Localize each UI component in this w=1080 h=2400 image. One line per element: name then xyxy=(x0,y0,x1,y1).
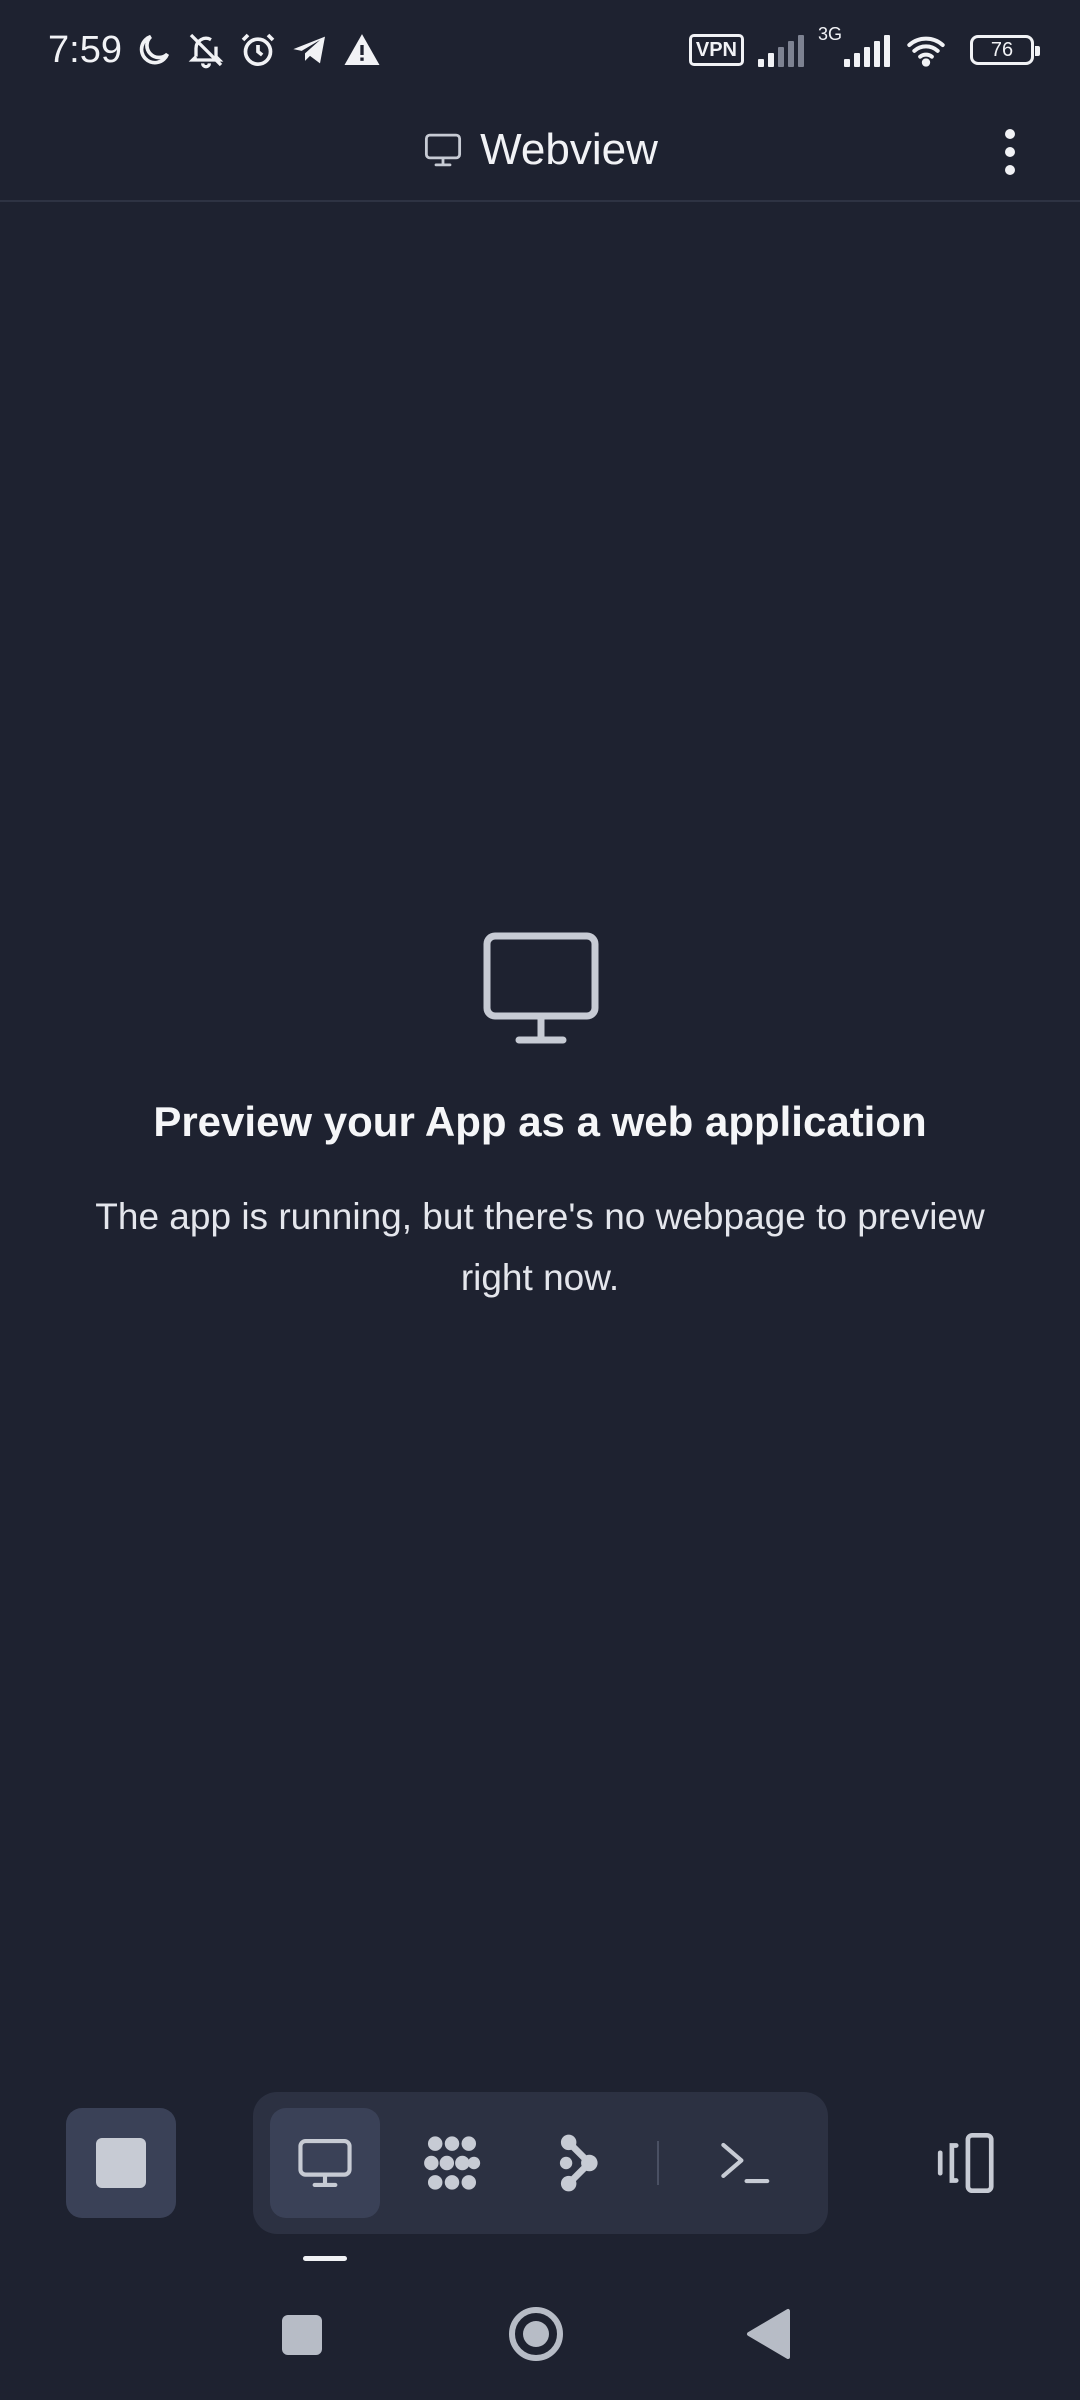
devices-button[interactable] xyxy=(920,2118,1010,2208)
graph-tool-button[interactable] xyxy=(524,2108,634,2218)
active-tool-indicator xyxy=(303,2256,347,2261)
terminal-icon xyxy=(721,2142,770,2184)
stop-button[interactable] xyxy=(66,2108,176,2218)
battery-level: 76 xyxy=(990,38,1014,61)
status-right: VPN 3G 76 xyxy=(688,24,1040,72)
recents-button[interactable] xyxy=(282,2315,322,2355)
screen: 7:59 VPN 3G 76 Webview Preview your App … xyxy=(0,0,1080,2400)
home-button[interactable] xyxy=(508,2306,564,2362)
app-header: Webview xyxy=(0,100,1080,202)
signal-icon xyxy=(844,33,894,67)
kebab-menu-icon[interactable] xyxy=(980,122,1040,182)
header-title-group: Webview xyxy=(422,125,658,175)
telegram-icon xyxy=(288,28,332,72)
vpn-badge: VPN xyxy=(688,34,744,66)
monitor-icon xyxy=(483,932,599,1044)
modules-tool-button[interactable] xyxy=(397,2108,507,2218)
status-time: 7:59 xyxy=(48,28,122,71)
wifi-icon xyxy=(904,28,948,72)
empty-state-description: The app is running, but there's no webpa… xyxy=(95,1196,985,1298)
signal-icon xyxy=(757,33,808,67)
back-button[interactable] xyxy=(744,2308,794,2360)
stop-icon xyxy=(96,2138,146,2188)
empty-state-title: Preview your App as a web application xyxy=(153,1098,927,1145)
tool-group xyxy=(253,2092,828,2234)
toolbar-divider xyxy=(657,2141,659,2185)
empty-state: Preview your App as a web application Th… xyxy=(0,930,1080,1308)
battery-icon: 76 xyxy=(970,35,1040,65)
terminal-tool-button[interactable] xyxy=(689,2108,799,2218)
modules-icon xyxy=(424,2136,481,2190)
devices-icon xyxy=(937,2132,994,2194)
monitor-icon xyxy=(425,133,462,167)
bell-off-icon xyxy=(184,28,228,72)
network-type: 3G xyxy=(817,24,842,44)
status-left: 7:59 xyxy=(48,28,392,72)
warning-icon xyxy=(340,28,384,72)
status-bar: 7:59 VPN 3G 76 xyxy=(0,0,1080,100)
webview-tool-button[interactable] xyxy=(270,2108,380,2218)
graph-icon xyxy=(559,2134,598,2192)
moon-icon xyxy=(132,28,176,72)
page-title: Webview xyxy=(480,125,658,174)
alarm-icon xyxy=(236,28,280,72)
monitor-icon xyxy=(298,2138,352,2188)
